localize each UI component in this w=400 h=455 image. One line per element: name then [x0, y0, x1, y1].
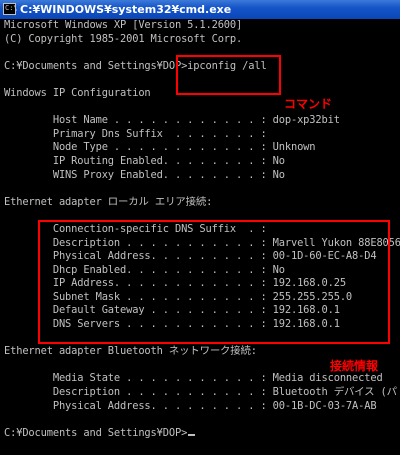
console-icon-glyph: C:\ — [5, 4, 18, 12]
console-line: Microsoft Windows XP [Version 5.1.2600] — [4, 19, 243, 31]
console-line: Description . . . . . . . . . . . : Blue… — [4, 386, 397, 399]
console-line: (C) Copyright 1985-2001 Microsoft Corp. — [4, 32, 243, 45]
console-line: Media State . . . . . . . . . . . : Medi… — [4, 372, 383, 385]
console-line: Host Name . . . . . . . . . . . . : dop-… — [4, 114, 340, 127]
console-line: Physical Address. . . . . . . . . : 00-1… — [4, 399, 377, 412]
console-line: Primary Dns Suffix . . . . . . . : — [4, 127, 267, 140]
console-line: WINS Proxy Enabled. . . . . . . . : No — [4, 168, 285, 181]
title-bar[interactable]: C:\ C:¥WINDOWS¥system32¥cmd.exe — [0, 0, 400, 19]
command-annotation: コマンド — [284, 97, 333, 111]
console-line: C:¥Documents and Settings¥DOP> — [4, 427, 400, 441]
command-highlight-box — [176, 55, 281, 95]
cmd-window: C:\ C:¥WINDOWS¥system32¥cmd.exe Microsof… — [0, 0, 400, 455]
connection-info-annotation: 接続情報 — [330, 359, 379, 373]
window-title: C:¥WINDOWS¥system32¥cmd.exe — [20, 3, 232, 16]
console-line: IP Routing Enabled. . . . . . . . : No — [4, 154, 285, 167]
text-cursor — [188, 433, 196, 436]
cmd-console-icon: C:\ — [3, 3, 18, 15]
console-line: Ethernet adapter ローカル エリア接続: — [4, 195, 213, 208]
connection-info-highlight-box — [38, 220, 390, 344]
console-line: Node Type . . . . . . . . . . . . : Unkn… — [4, 141, 316, 154]
